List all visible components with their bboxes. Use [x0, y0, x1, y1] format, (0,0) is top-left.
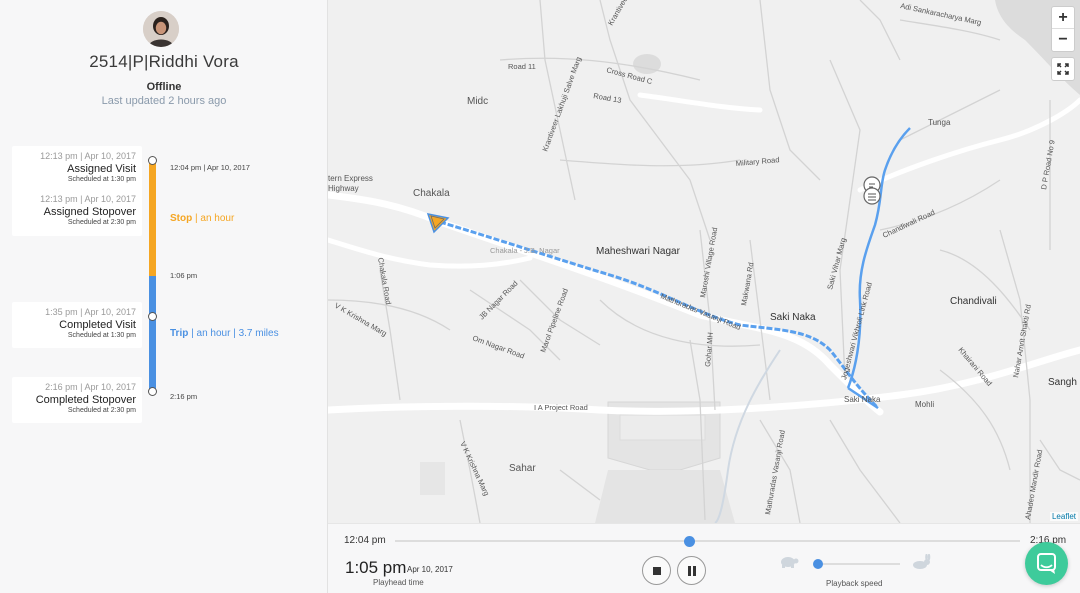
- map-label-highway: Highway: [328, 184, 359, 193]
- timeline-trip-label[interactable]: Trip | an hour | 3.7 miles: [170, 328, 279, 339]
- timeline-trip-segment[interactable]: [149, 276, 156, 392]
- turtle-icon: [781, 557, 799, 568]
- map-label-jb-nagar-rd: JB Nagar Road: [477, 279, 520, 322]
- agent-panel: 2514|P|Riddhi Vora Offline Last updated …: [0, 0, 328, 593]
- timeline-mid-time: 1:06 pm: [170, 271, 198, 280]
- event-scheduled: Scheduled at 1:30 pm: [67, 332, 136, 339]
- fullscreen-button[interactable]: [1051, 57, 1075, 81]
- event-time: 12:13 pm | Apr 10, 2017: [40, 151, 136, 161]
- map-label-sanghi: Sangh: [1048, 377, 1077, 388]
- event-time: 1:35 pm | Apr 10, 2017: [45, 307, 136, 317]
- zoom-control: + −: [1051, 6, 1075, 52]
- event-time: 12:13 pm | Apr 10, 2017: [40, 194, 136, 204]
- land-block: [420, 462, 445, 495]
- event-time: 2:16 pm | Apr 10, 2017: [45, 382, 136, 392]
- trip-route-branch[interactable]: [846, 127, 911, 389]
- trip-label: Trip: [170, 328, 189, 339]
- map-label-sahar: Sahar: [509, 463, 536, 474]
- leaflet-attribution[interactable]: Leaflet: [1049, 512, 1078, 521]
- playhead-date: Apr 10, 2017: [407, 565, 453, 574]
- timeline-node: [148, 387, 157, 396]
- event-title: Completed Visit: [59, 319, 136, 331]
- map-label-road11: Road 11: [508, 62, 536, 71]
- timeline-node: [148, 312, 157, 321]
- event-title: Completed Stopover: [35, 394, 136, 406]
- playback-bar: [328, 523, 1080, 593]
- event-scheduled: Scheduled at 1:30 pm: [67, 176, 136, 183]
- map[interactable]: Midc Chakala Maheshwari Nagar Saki Naka …: [328, 0, 1080, 523]
- event-scheduled: Scheduled at 2:30 pm: [67, 219, 136, 226]
- playback-start-time: 12:04 pm: [344, 535, 386, 546]
- map-canvas[interactable]: Midc Chakala Maheshwari Nagar Saki Naka …: [328, 0, 1080, 523]
- airport-building: [619, 414, 706, 441]
- agent-status: Offline: [146, 81, 182, 93]
- map-label-gohar: Gohar MH: [703, 332, 715, 367]
- speed-label: Playback speed: [826, 579, 883, 588]
- chat-icon: [1037, 553, 1056, 574]
- map-label-military: Military Road: [735, 155, 779, 168]
- map-label-road13: Road 13: [593, 91, 622, 105]
- map-label-mathuradas-2: Mathuradas Vasanji Road: [763, 429, 787, 515]
- timeline-stop-segment[interactable]: [149, 160, 156, 276]
- water-body: [633, 54, 661, 74]
- trip-detail: | an hour | 3.7 miles: [191, 328, 279, 339]
- map-label-mohli: Mohli: [915, 400, 934, 409]
- map-label-marol-pipeline: Marol Pipeline Road: [538, 287, 570, 354]
- event-scheduled: Scheduled at 2:30 pm: [67, 407, 136, 414]
- event-card-completed-stopover[interactable]: 2:16 pm | Apr 10, 2017 Completed Stopove…: [12, 377, 142, 423]
- rabbit-icon: [913, 554, 931, 569]
- map-label-chandivali: Chandivali: [950, 296, 997, 307]
- map-label-western-express: tern Express: [328, 174, 373, 183]
- zoom-out-button[interactable]: −: [1052, 29, 1074, 51]
- last-updated-text: Last updated 2 hours ago: [101, 95, 227, 107]
- map-label-midc: Midc: [467, 96, 488, 107]
- map-label-ahadeo: Ahadeo Mandir Road: [1023, 449, 1044, 520]
- speed-track[interactable]: [814, 563, 900, 565]
- map-label-adi-shank: Adi Sankaracharya Marg: [900, 1, 983, 27]
- map-label-jogeshwari: Jogeshwari Vikhroli Link Road: [839, 281, 874, 380]
- map-label-saki-vihar-marg: Saki Vihar Marg: [825, 237, 847, 291]
- map-label-ia-project: I A Project Road: [534, 403, 588, 412]
- map-label-om-nagar: Om Nagar Road: [471, 333, 525, 360]
- event-card-completed-visit[interactable]: 1:35 pm | Apr 10, 2017 Completed Visit S…: [12, 302, 142, 348]
- map-label-chakala-rd: Chakala Road: [376, 257, 393, 305]
- playhead-label: Playhead time: [373, 578, 424, 587]
- map-label-chandiwali-rd: Chandiwali Road: [881, 208, 936, 240]
- stop-marker[interactable]: [863, 176, 881, 205]
- map-label-makwana: Makwana Rd: [739, 262, 755, 307]
- event-card-assigned[interactable]: 12:13 pm | Apr 10, 2017 Assigned Visit S…: [12, 146, 142, 236]
- timeline-node: [148, 156, 157, 165]
- airport-apron: [595, 470, 735, 523]
- map-label-saki-vihar: Saki Naka: [844, 395, 881, 404]
- timeline-stop-label[interactable]: Stop | an hour: [170, 213, 234, 224]
- map-label-chakala: Chakala: [413, 188, 450, 199]
- stop-icon: [653, 567, 661, 575]
- agent-name: 2514|P|Riddhi Vora: [89, 52, 239, 71]
- map-label-maheshwari: Maheshwari Nagar: [596, 246, 681, 257]
- map-label-vk-krishna-2: V K Krishna Marg: [458, 440, 491, 497]
- event-title: Assigned Stopover: [43, 206, 136, 218]
- playback-track[interactable]: [395, 540, 1020, 542]
- map-label-dp-road: D P Road No 9: [1039, 139, 1057, 190]
- stop-detail: | an hour: [195, 213, 235, 224]
- chat-button[interactable]: [1025, 542, 1068, 585]
- map-label-krantiveer-2: Krantiveer: [606, 0, 631, 27]
- timeline-end-time: 2:16 pm: [170, 392, 198, 401]
- playback-thumb[interactable]: [683, 536, 695, 547]
- playhead-time: 1:05 pm: [345, 558, 407, 577]
- map-label-saki-naka: Saki Naka: [770, 312, 816, 323]
- map-label-tunga: Tunga: [928, 118, 951, 127]
- timeline-start-time: 12:04 pm | Apr 10, 2017: [170, 163, 250, 172]
- map-label-chakala-jb: Chakala - J.B. Nagar: [490, 246, 560, 255]
- zoom-in-button[interactable]: +: [1052, 7, 1074, 29]
- pause-icon: [688, 566, 691, 576]
- fullscreen-icon: [1057, 63, 1069, 75]
- map-label-vk-krishna: V K Krishna Marg: [333, 301, 388, 338]
- event-title: Assigned Visit: [67, 163, 136, 175]
- stop-button[interactable]: [642, 556, 671, 585]
- avatar: [143, 11, 179, 47]
- pause-button[interactable]: [677, 556, 706, 585]
- stop-label: Stop: [170, 213, 193, 224]
